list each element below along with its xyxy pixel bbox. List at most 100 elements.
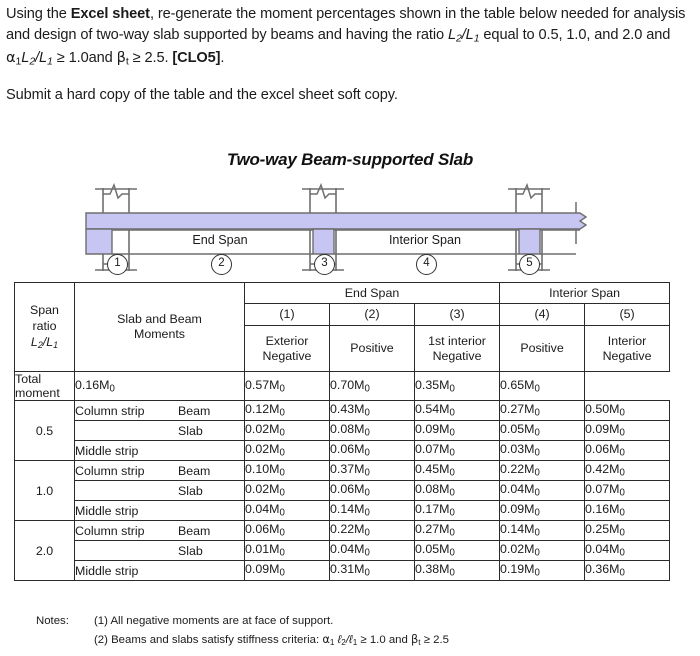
cell-value-text: 0.14M xyxy=(500,522,535,537)
table-row: Slab 0.01M0 0.04M0 0.05M0 0.02M0 0.04M0 xyxy=(15,540,671,561)
cell-value: 0.06M0 xyxy=(584,440,671,461)
figure-end-span-label: End Span xyxy=(192,233,248,247)
span-ratio-line2: ratio xyxy=(32,318,57,333)
cell-value: 0.19M0 xyxy=(499,560,586,581)
cell-value-text: 0.05M xyxy=(500,422,535,437)
m0-sub: 0 xyxy=(279,547,285,559)
m0-sub: 0 xyxy=(364,447,370,459)
row-label-left xyxy=(75,424,178,438)
cell-value: 0.25M0 xyxy=(584,520,671,541)
table-row-total-moment: Total moment 0.16M0 0.57M0 0.70M0 0.35M0… xyxy=(14,371,670,401)
cell-value-text: 0.25M xyxy=(585,522,620,537)
header-col-name-5-line2: Negative xyxy=(602,348,652,363)
m0-sub: 0 xyxy=(449,487,455,499)
cell-total-3: 0.70M0 xyxy=(329,371,415,401)
cell-value: 0.17M0 xyxy=(413,500,501,521)
cell-value-text: 0.06M xyxy=(330,442,365,457)
m0-sub: 0 xyxy=(279,487,285,499)
cell-value: 0.05M0 xyxy=(413,540,501,561)
beta-symbol: β xyxy=(116,49,126,67)
question-paragraph-2: Submit a hard copy of the table and the … xyxy=(6,87,398,104)
cell-value: 0.02M0 xyxy=(244,480,330,501)
row-label-left: Column strip xyxy=(75,523,145,538)
cell-value-text: 0.05M xyxy=(415,542,450,557)
cell-value-text: 0.09M xyxy=(500,502,535,517)
cell-value-text: 0.14M xyxy=(330,502,365,517)
cell-value-text: 0.06M xyxy=(245,522,280,537)
cell-value-text: 0.04M xyxy=(500,482,535,497)
cell-value-text: 0.04M xyxy=(585,542,620,557)
row-label-left xyxy=(75,484,178,498)
header-col-name-5: Interior Negative xyxy=(584,325,671,372)
row-label-column-strip-beam: Column strip Beam xyxy=(74,400,245,421)
cell-value-text: 0.43M xyxy=(330,402,365,417)
cell-value: 0.04M0 xyxy=(584,540,671,561)
cell-value: 0.43M0 xyxy=(329,400,415,421)
row-label-left: Middle strip xyxy=(75,443,139,458)
m0-sub: 0 xyxy=(364,467,370,479)
cell-total-5: 0.65M0 xyxy=(499,371,586,401)
cell-value: 0.22M0 xyxy=(499,460,586,481)
row-label-right: Slab xyxy=(178,543,203,558)
row-label-total-moment: Total moment xyxy=(14,371,75,401)
m0-sub: 0 xyxy=(449,547,455,559)
span-ratio-value-1: 1.0 xyxy=(14,460,75,521)
header-col-name-1-line2: Negative xyxy=(262,348,312,363)
cell-value: 0.02M0 xyxy=(244,440,330,461)
note-item-1: (1) All negative moments are at face of … xyxy=(94,615,334,627)
cell-value: 0.04M0 xyxy=(244,500,330,521)
cell-total-5-value: 0.65M xyxy=(500,377,535,392)
figure-title: Two-way Beam-supported Slab xyxy=(226,150,474,169)
header-col-number-1: (1) xyxy=(244,303,330,326)
cell-value: 0.37M0 xyxy=(329,460,415,481)
question-paragraph-1: Using the Excel sheet, re-generate the m… xyxy=(6,4,690,72)
q-text-a: Using the xyxy=(6,6,71,22)
slab-section-figure: Two-way Beam-supported Slab End Span Int… xyxy=(0,150,700,280)
row-label-left xyxy=(75,544,178,558)
row-label-right: Slab xyxy=(178,483,203,498)
notes-label: Notes: xyxy=(36,615,69,627)
cell-value-text: 0.01M xyxy=(245,542,280,557)
header-col-name-3: 1st interior Negative xyxy=(413,325,501,372)
question-block: Using the Excel sheet, re-generate the m… xyxy=(6,4,690,106)
table-row: Middle strip 0.02M0 0.06M0 0.07M0 0.03M0… xyxy=(15,440,671,461)
q-text-f: . xyxy=(220,50,225,67)
m0-sub: 0 xyxy=(534,567,540,579)
cell-value-text: 0.17M xyxy=(415,502,450,517)
cell-value-text: 0.22M xyxy=(330,522,365,537)
m0-sub: 0 xyxy=(619,467,625,479)
slab-beam-moments-line2: Moments xyxy=(134,327,185,341)
m0-sub: 0 xyxy=(279,527,285,539)
cell-value-text: 0.54M xyxy=(415,402,450,417)
cell-value: 0.09M0 xyxy=(499,500,586,521)
cell-value-text: 0.38M xyxy=(415,562,450,577)
grid-marker-3: 3 xyxy=(314,254,335,275)
grid-marker-5: 5 xyxy=(519,254,540,275)
m0-sub: 0 xyxy=(619,447,625,459)
cell-value-text: 0.06M xyxy=(585,442,620,457)
cell-value: 0.36M0 xyxy=(584,560,671,581)
grid-marker-1: 1 xyxy=(107,254,128,275)
cell-total-2-value: 0.57M xyxy=(245,377,280,392)
m0-sub: 0 xyxy=(619,427,625,439)
cell-value-text: 0.19M xyxy=(500,562,535,577)
q-text-d: ≥ 1.0and xyxy=(52,50,117,67)
m0-sub: 0 xyxy=(279,567,285,579)
cell-value-text: 0.37M xyxy=(330,462,365,477)
row-label-middle-strip: Middle strip xyxy=(74,440,245,461)
m0-sub: 0 xyxy=(364,507,370,519)
q-text-bold-excel-sheet: Excel sheet xyxy=(70,6,150,22)
figure-interior-span-label: Interior Span xyxy=(388,233,462,247)
cell-value: 0.42M0 xyxy=(584,460,671,481)
cell-value: 0.31M0 xyxy=(329,560,415,581)
m0-sub: 0 xyxy=(364,487,370,499)
cell-value: 0.50M0 xyxy=(584,400,671,421)
row-label-slab: Slab xyxy=(74,480,245,501)
cell-value-text: 0.50M xyxy=(585,402,620,417)
cell-value-text: 0.36M xyxy=(585,562,620,577)
row-label-right: Slab xyxy=(178,423,203,438)
cell-value: 0.16M0 xyxy=(584,500,671,521)
ratio-symbol-L1: /L xyxy=(461,26,474,43)
m0-sub: 0 xyxy=(534,383,540,395)
m0-sub: 0 xyxy=(619,527,625,539)
